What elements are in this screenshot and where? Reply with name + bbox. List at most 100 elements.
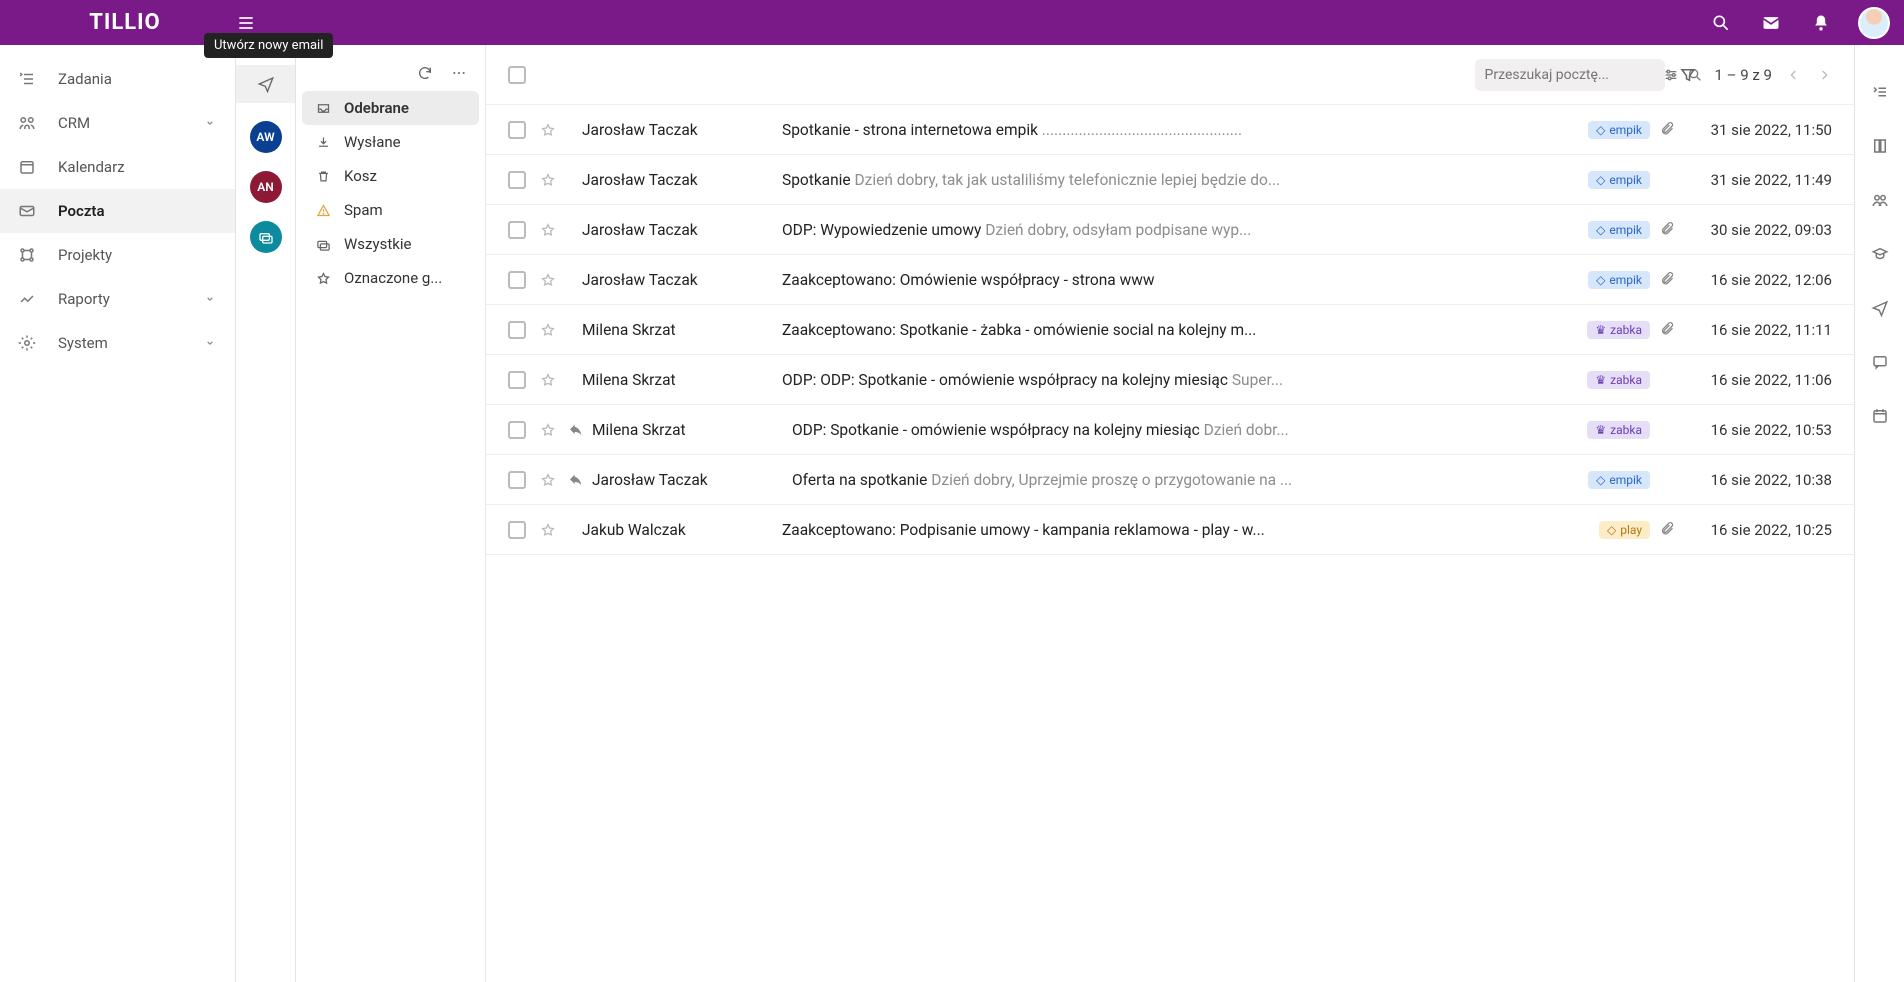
- star-icon[interactable]: [540, 122, 558, 138]
- calendar-icon[interactable]: [1871, 407, 1889, 425]
- tag-empik[interactable]: ◇empik: [1588, 271, 1650, 289]
- people-icon[interactable]: [1871, 191, 1889, 209]
- mail-row[interactable]: Jarosław TaczakODP: Wypowiedzenie umowy …: [486, 205, 1854, 255]
- book-icon[interactable]: [1871, 137, 1889, 155]
- folder-sent[interactable]: Wysłane: [302, 125, 479, 159]
- right-rail: [1854, 45, 1904, 982]
- star-icon[interactable]: [540, 422, 558, 438]
- star-icon[interactable]: [540, 322, 558, 338]
- mail-icon: [18, 202, 40, 220]
- refresh-icon[interactable]: [417, 65, 433, 81]
- mail-row[interactable]: Jarosław TaczakZaakceptowano: Omówienie …: [486, 255, 1854, 305]
- sender: Jarosław Taczak: [582, 221, 782, 239]
- next-page-button[interactable]: [1816, 67, 1832, 83]
- chevron-down-icon: [203, 292, 217, 306]
- sender: Jarosław Taczak: [582, 121, 782, 139]
- search-input[interactable]: [1485, 67, 1663, 83]
- nav-label: System: [58, 334, 108, 352]
- checklist-icon[interactable]: [1871, 83, 1889, 101]
- mail-row[interactable]: Jarosław TaczakOferta na spotkanie Dzień…: [486, 455, 1854, 505]
- tooltip-new-email: Utwórz nowy email: [204, 33, 333, 58]
- folder-spam[interactable]: Spam: [302, 193, 479, 227]
- sender: Jakub Walczak: [582, 521, 782, 539]
- spam-icon: [316, 203, 334, 218]
- star-icon[interactable]: [540, 372, 558, 388]
- nav-sys[interactable]: System: [0, 321, 235, 365]
- tasks-icon: [18, 70, 40, 88]
- subject: Spotkanie Dzień dobry, tak jak ustaliliś…: [782, 171, 1580, 189]
- row-checkbox[interactable]: [508, 521, 526, 539]
- nav-rep[interactable]: Raporty: [0, 277, 235, 321]
- tag-zabka[interactable]: ♛zabka: [1587, 321, 1650, 339]
- tag-empik[interactable]: ◇empik: [1588, 121, 1650, 139]
- subject: Oferta na spotkanie Dzień dobry, Uprzejm…: [792, 471, 1580, 489]
- tag-zabka[interactable]: ♛zabka: [1587, 371, 1650, 389]
- nav-proj[interactable]: Projekty: [0, 233, 235, 277]
- star-icon[interactable]: [540, 222, 558, 238]
- tag-empik[interactable]: ◇empik: [1588, 221, 1650, 239]
- inbox-icon: [316, 101, 334, 116]
- folder-inbox[interactable]: Odebrane: [302, 91, 479, 125]
- star-icon[interactable]: [540, 172, 558, 188]
- mail-row[interactable]: Jarosław TaczakSpotkanie - strona intern…: [486, 105, 1854, 155]
- more-icon[interactable]: [451, 65, 467, 81]
- mail-row[interactable]: Jakub WalczakZaakceptowano: Podpisanie u…: [486, 505, 1854, 555]
- tag-zabka[interactable]: ♛zabka: [1587, 421, 1650, 439]
- subject: Zaakceptowano: Podpisanie umowy - kampan…: [782, 521, 1591, 539]
- subject: ODP: ODP: Spotkanie - omówienie współpra…: [782, 371, 1579, 389]
- sliders-icon[interactable]: [1663, 67, 1679, 83]
- row-checkbox[interactable]: [508, 271, 526, 289]
- tag-empik[interactable]: ◇empik: [1588, 171, 1650, 189]
- paperclip-icon: [1660, 272, 1676, 287]
- mail-row[interactable]: Milena SkrzatODP: ODP: Spotkanie - omówi…: [486, 355, 1854, 405]
- account-mail[interactable]: [250, 221, 282, 253]
- account-aw[interactable]: AW: [250, 121, 282, 153]
- chat-icon[interactable]: [1871, 353, 1889, 371]
- row-checkbox[interactable]: [508, 321, 526, 339]
- star-icon[interactable]: [540, 472, 558, 488]
- nav-crm[interactable]: CRM: [0, 101, 235, 145]
- send-icon[interactable]: [1871, 299, 1889, 317]
- hamburger-icon[interactable]: [236, 13, 260, 33]
- select-all-checkbox[interactable]: [508, 66, 526, 84]
- date: 31 sie 2022, 11:50: [1682, 121, 1832, 139]
- star-icon[interactable]: [540, 272, 558, 288]
- folder-star[interactable]: Oznaczone g...: [302, 261, 479, 295]
- bell-icon[interactable]: [1810, 12, 1832, 34]
- row-checkbox[interactable]: [508, 171, 526, 189]
- chevron-down-icon: [203, 336, 217, 350]
- folder-all[interactable]: Wszystkie: [302, 227, 479, 261]
- date: 16 sie 2022, 10:25: [1682, 521, 1832, 539]
- date: 16 sie 2022, 10:38: [1682, 471, 1832, 489]
- nav-mail[interactable]: Poczta: [0, 189, 235, 233]
- avatar[interactable]: [1858, 7, 1890, 39]
- mail-row[interactable]: Jarosław TaczakSpotkanie Dzień dobry, ta…: [486, 155, 1854, 205]
- tag-icon: ♛: [1595, 423, 1606, 437]
- folder-trash[interactable]: Kosz: [302, 159, 479, 193]
- star-icon[interactable]: [540, 522, 558, 538]
- date: 16 sie 2022, 10:53: [1682, 421, 1832, 439]
- row-checkbox[interactable]: [508, 371, 526, 389]
- account-an[interactable]: AN: [250, 171, 282, 203]
- proj-icon: [18, 246, 40, 264]
- filter-icon[interactable]: [1679, 66, 1697, 84]
- date: 16 sie 2022, 12:06: [1682, 271, 1832, 289]
- academic-icon[interactable]: [1871, 245, 1889, 263]
- row-checkbox[interactable]: [508, 471, 526, 489]
- row-checkbox[interactable]: [508, 421, 526, 439]
- nav-label: Raporty: [58, 290, 110, 308]
- row-checkbox[interactable]: [508, 221, 526, 239]
- envelope-icon[interactable]: [1760, 12, 1782, 34]
- search-icon[interactable]: [1710, 12, 1732, 34]
- nav-tasks[interactable]: Zadania: [0, 57, 235, 101]
- row-checkbox[interactable]: [508, 121, 526, 139]
- prev-page-button[interactable]: [1786, 67, 1802, 83]
- tag-empik[interactable]: ◇empik: [1588, 471, 1650, 489]
- nav-cal[interactable]: Kalendarz: [0, 145, 235, 189]
- date: 31 sie 2022, 11:49: [1682, 171, 1832, 189]
- tag-icon: ◇: [1596, 173, 1605, 187]
- tag-play[interactable]: ◇play: [1599, 521, 1650, 539]
- mail-row[interactable]: Milena SkrzatODP: Spotkanie - omówienie …: [486, 405, 1854, 455]
- compose-email-button[interactable]: [236, 65, 295, 103]
- mail-row[interactable]: Milena SkrzatZaakceptowano: Spotkanie - …: [486, 305, 1854, 355]
